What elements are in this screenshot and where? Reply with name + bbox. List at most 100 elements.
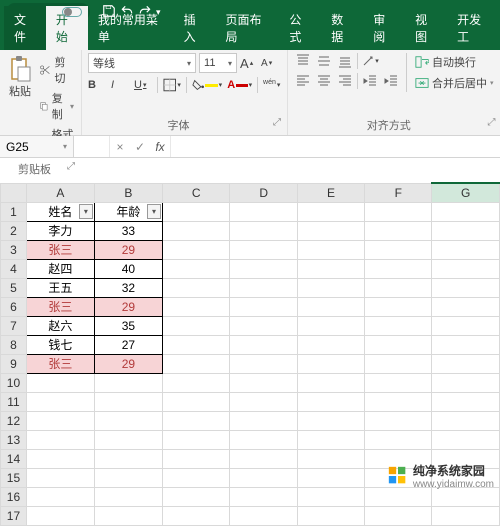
fill-color-button[interactable]: ▾ [192, 79, 222, 91]
increase-font-button[interactable]: A▴ [240, 56, 258, 71]
font-name-combo[interactable]: 等线▾ [88, 53, 196, 73]
align-launcher-icon[interactable]: ⤢ [488, 117, 496, 128]
cell-A10[interactable] [26, 373, 94, 392]
cell-D8[interactable] [230, 335, 297, 354]
cell-G1[interactable] [432, 202, 500, 221]
align-bottom-button[interactable] [336, 53, 354, 69]
cell-C11[interactable] [163, 392, 230, 411]
cell-D4[interactable] [230, 259, 297, 278]
cell-F13[interactable] [365, 430, 432, 449]
tab-formulas[interactable]: 公式 [279, 6, 321, 50]
col-header-A[interactable]: A [26, 183, 94, 202]
tab-view[interactable]: 视图 [405, 6, 447, 50]
cell-E5[interactable] [297, 278, 364, 297]
cell-A14[interactable] [26, 449, 94, 468]
cell-E4[interactable] [297, 259, 364, 278]
cell-C15[interactable] [163, 468, 230, 487]
cell-B5[interactable]: 32 [94, 278, 162, 297]
cell-B12[interactable] [94, 411, 162, 430]
cell-G7[interactable] [432, 316, 500, 335]
cell-C5[interactable] [163, 278, 230, 297]
cell-E17[interactable] [297, 506, 364, 525]
cell-E2[interactable] [297, 221, 364, 240]
cell-A7[interactable]: 赵六 [26, 316, 94, 335]
formula-bar[interactable] [171, 136, 500, 157]
tab-insert[interactable]: 插入 [174, 6, 216, 50]
cell-B4[interactable]: 40 [94, 259, 162, 278]
cell-A13[interactable] [26, 430, 94, 449]
row-header-16[interactable]: 16 [1, 487, 27, 506]
cell-G9[interactable] [432, 354, 500, 373]
font-color-button[interactable]: A▾ [227, 79, 252, 91]
cell-F8[interactable] [365, 335, 432, 354]
cell-G17[interactable] [432, 506, 500, 525]
cell-B14[interactable] [94, 449, 162, 468]
font-size-combo[interactable]: 11▾ [199, 53, 237, 73]
cell-D11[interactable] [230, 392, 297, 411]
cell-G10[interactable] [432, 373, 500, 392]
cell-E16[interactable] [297, 487, 364, 506]
cell-E10[interactable] [297, 373, 364, 392]
cell-E11[interactable] [297, 392, 364, 411]
col-header-F[interactable]: F [365, 183, 432, 202]
cell-A11[interactable] [26, 392, 94, 411]
cell-F2[interactable] [365, 221, 432, 240]
row-header-12[interactable]: 12 [1, 411, 27, 430]
tab-data[interactable]: 数据 [321, 6, 363, 50]
cell-F11[interactable] [365, 392, 432, 411]
cell-B16[interactable] [94, 487, 162, 506]
cell-D12[interactable] [230, 411, 297, 430]
align-top-button[interactable] [294, 53, 312, 69]
row-header-11[interactable]: 11 [1, 392, 27, 411]
cell-G4[interactable] [432, 259, 500, 278]
row-header-15[interactable]: 15 [1, 468, 27, 487]
cell-E3[interactable] [297, 240, 364, 259]
row-header-5[interactable]: 5 [1, 278, 27, 297]
align-middle-button[interactable] [315, 53, 333, 69]
cell-B15[interactable] [94, 468, 162, 487]
decrease-indent-button[interactable] [361, 73, 379, 89]
cell-E8[interactable] [297, 335, 364, 354]
cell-C7[interactable] [163, 316, 230, 335]
cell-E15[interactable] [297, 468, 364, 487]
cell-D14[interactable] [230, 449, 297, 468]
row-header-6[interactable]: 6 [1, 297, 27, 316]
cell-D7[interactable] [230, 316, 297, 335]
col-header-D[interactable]: D [230, 183, 297, 202]
cell-A6[interactable]: 张三 [26, 297, 94, 316]
cell-B9[interactable]: 29 [94, 354, 162, 373]
cell-F10[interactable] [365, 373, 432, 392]
italic-button[interactable]: I [111, 79, 129, 91]
cell-A1[interactable]: 姓名▾ [26, 202, 94, 221]
cell-F5[interactable] [365, 278, 432, 297]
cell-C4[interactable] [163, 259, 230, 278]
cell-G8[interactable] [432, 335, 500, 354]
cell-G13[interactable] [432, 430, 500, 449]
filter-icon[interactable]: ▾ [147, 204, 161, 219]
cell-A5[interactable]: 王五 [26, 278, 94, 297]
tab-layout[interactable]: 页面布局 [216, 6, 280, 50]
cell-D3[interactable] [230, 240, 297, 259]
align-left-button[interactable] [294, 73, 312, 89]
cell-C17[interactable] [163, 506, 230, 525]
cell-D17[interactable] [230, 506, 297, 525]
underline-button[interactable]: U▾ [134, 79, 152, 91]
cell-C12[interactable] [163, 411, 230, 430]
row-header-10[interactable]: 10 [1, 373, 27, 392]
font-launcher-icon[interactable]: ⤢ [273, 117, 281, 128]
cell-E1[interactable] [297, 202, 364, 221]
cell-F12[interactable] [365, 411, 432, 430]
cell-E13[interactable] [297, 430, 364, 449]
cell-A3[interactable]: 张三 [26, 240, 94, 259]
bold-button[interactable]: B [88, 79, 106, 91]
row-header-14[interactable]: 14 [1, 449, 27, 468]
cell-C2[interactable] [163, 221, 230, 240]
merge-center-button[interactable]: 合并后居中 ▾ [413, 74, 496, 92]
cell-C3[interactable] [163, 240, 230, 259]
select-all-corner[interactable] [1, 183, 27, 202]
align-right-button[interactable] [336, 73, 354, 89]
cell-F6[interactable] [365, 297, 432, 316]
cell-F3[interactable] [365, 240, 432, 259]
row-header-4[interactable]: 4 [1, 259, 27, 278]
row-header-7[interactable]: 7 [1, 316, 27, 335]
